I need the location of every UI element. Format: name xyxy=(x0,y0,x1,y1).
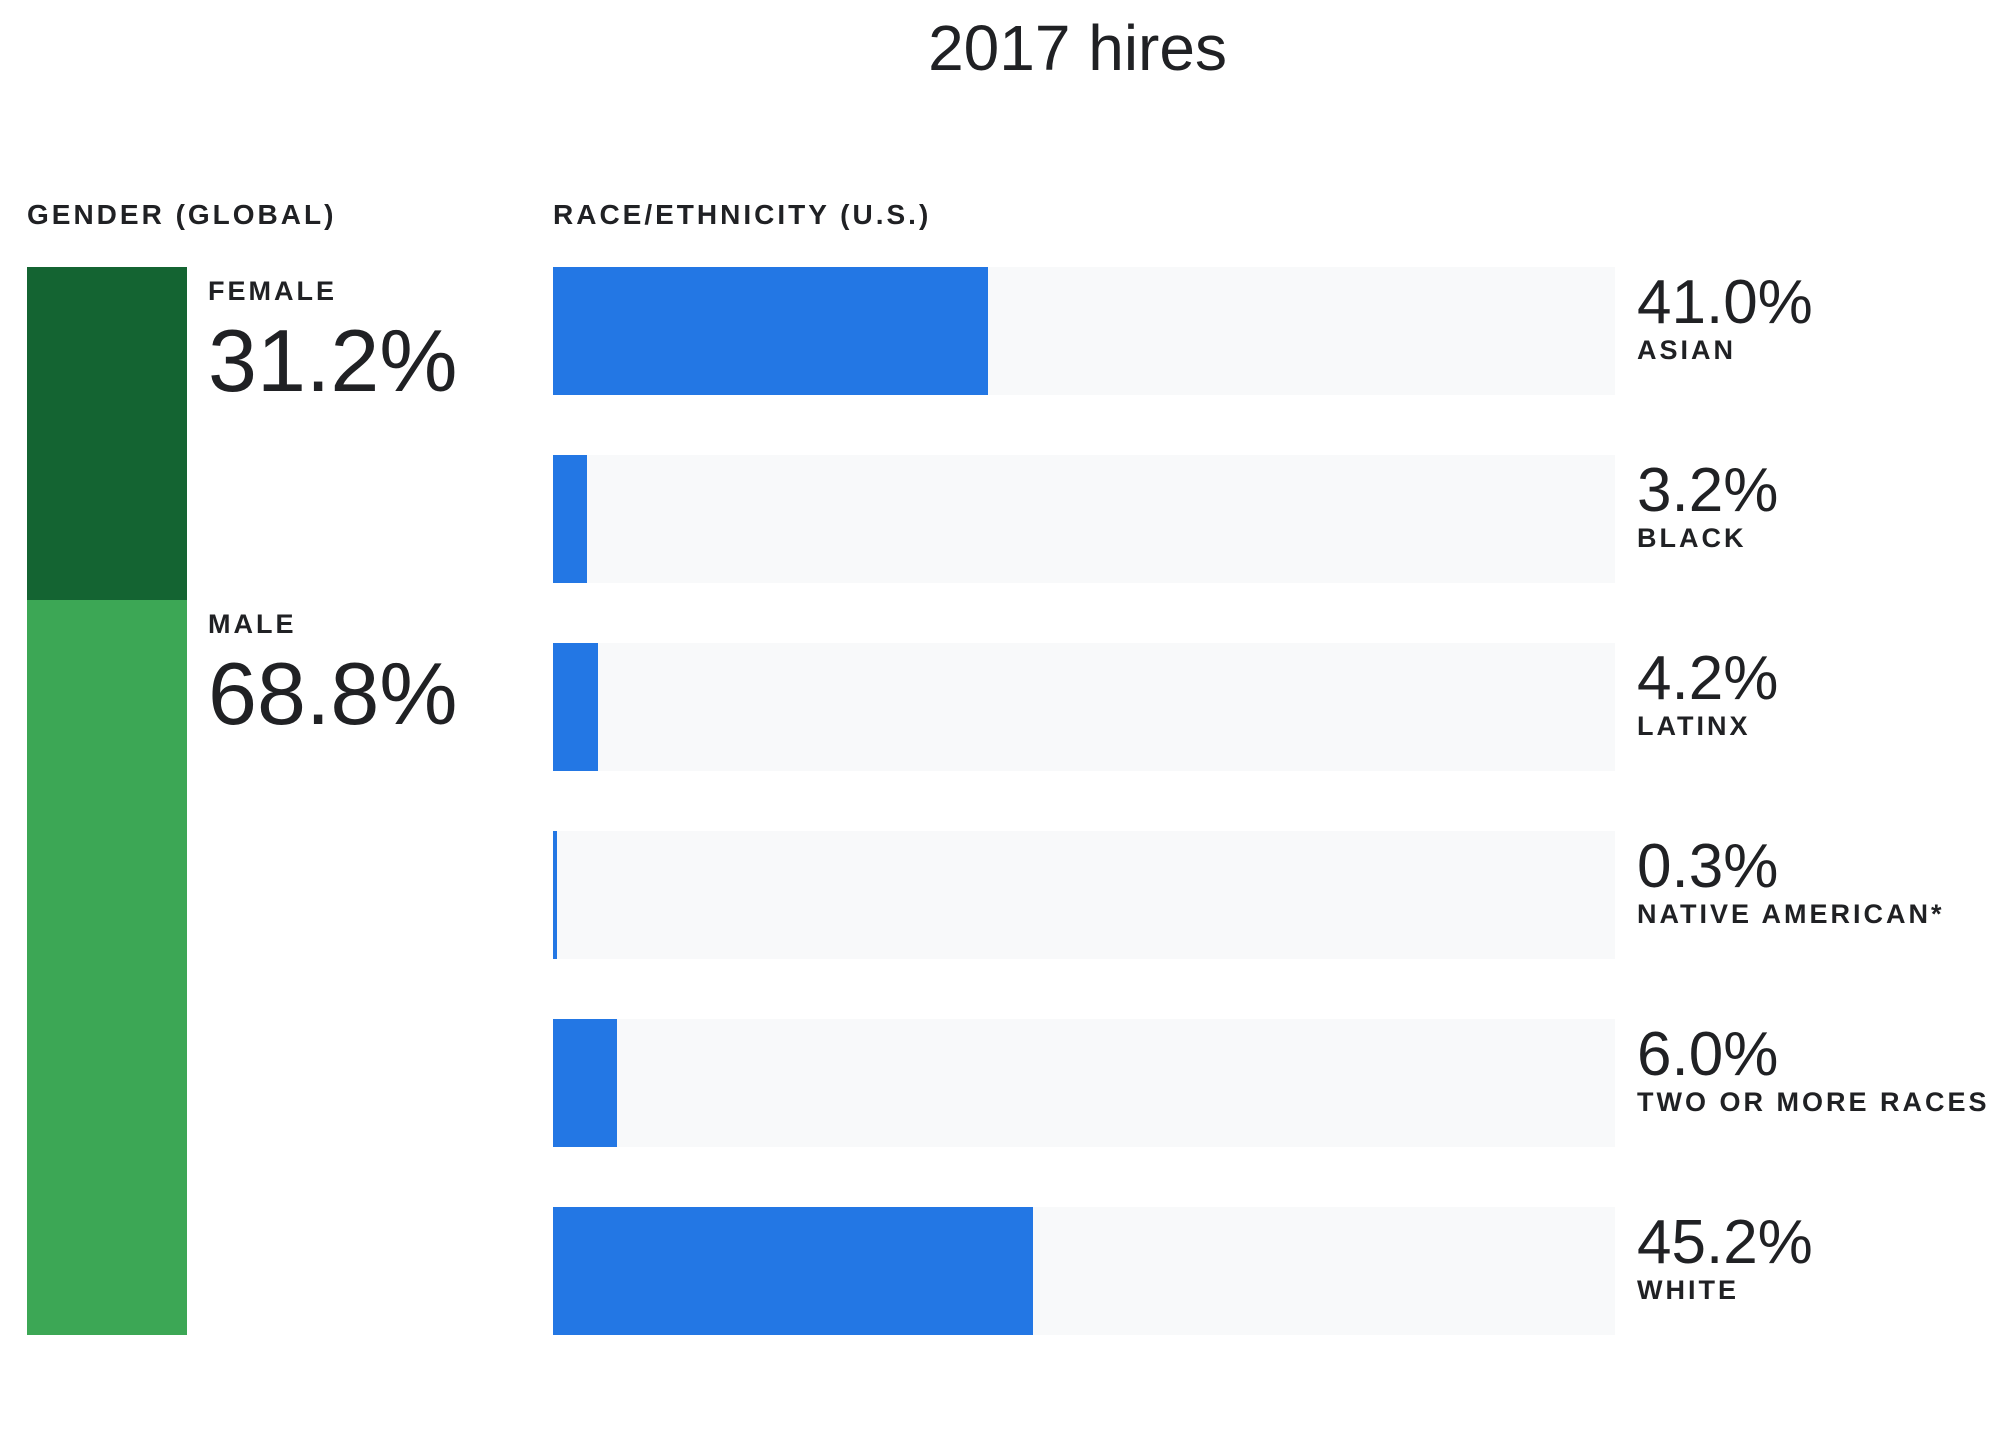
chart-title: 2017 hires xyxy=(928,12,1227,84)
gender-female-label: FEMALE xyxy=(208,276,337,306)
gender-female-value: 31.2% xyxy=(208,311,458,410)
race-label-native-american: NATIVE AMERICAN* xyxy=(1637,899,1945,929)
gender-male-text: MALE 68.8% xyxy=(208,608,458,742)
race-heading: RACE/ETHNICITY (U.S.) xyxy=(553,199,932,230)
gender-heading: GENDER (GLOBAL) xyxy=(27,199,337,230)
race-value-asian: 41.0% xyxy=(1637,268,1813,337)
gender-stacked-bar xyxy=(27,267,187,1335)
race-bar-asian xyxy=(553,267,989,395)
race-bar-white xyxy=(553,1207,1034,1335)
race-value-black: 3.2% xyxy=(1637,456,1779,525)
race-bar-black xyxy=(553,455,587,583)
race-value-latinx: 4.2% xyxy=(1637,644,1779,713)
race-label-white: WHITE xyxy=(1637,1275,1739,1305)
gender-female-text: FEMALE 31.2% xyxy=(208,275,458,409)
race-track xyxy=(553,831,1615,959)
gender-male-label: MALE xyxy=(208,609,297,640)
gender-bar-male xyxy=(27,600,187,1335)
gender-bar-female xyxy=(27,267,187,601)
race-label-two-or-more: TWO OR MORE RACES xyxy=(1637,1087,1990,1117)
race-track xyxy=(553,643,1615,771)
race-bar-latinx xyxy=(553,643,598,771)
race-track xyxy=(553,1019,1615,1147)
race-value-white: 45.2% xyxy=(1637,1208,1813,1277)
race-bar-native-american xyxy=(553,831,557,959)
race-value-native-american: 0.3% xyxy=(1637,832,1779,901)
race-bar-two-or-more xyxy=(553,1019,617,1147)
race-label-asian: ASIAN xyxy=(1637,335,1737,365)
race-track xyxy=(553,455,1615,583)
race-label-black: BLACK xyxy=(1637,523,1747,553)
race-label-latinx: LATINX xyxy=(1637,711,1751,741)
race-value-two-or-more: 6.0% xyxy=(1637,1020,1779,1089)
gender-male-value: 68.8% xyxy=(208,644,458,744)
